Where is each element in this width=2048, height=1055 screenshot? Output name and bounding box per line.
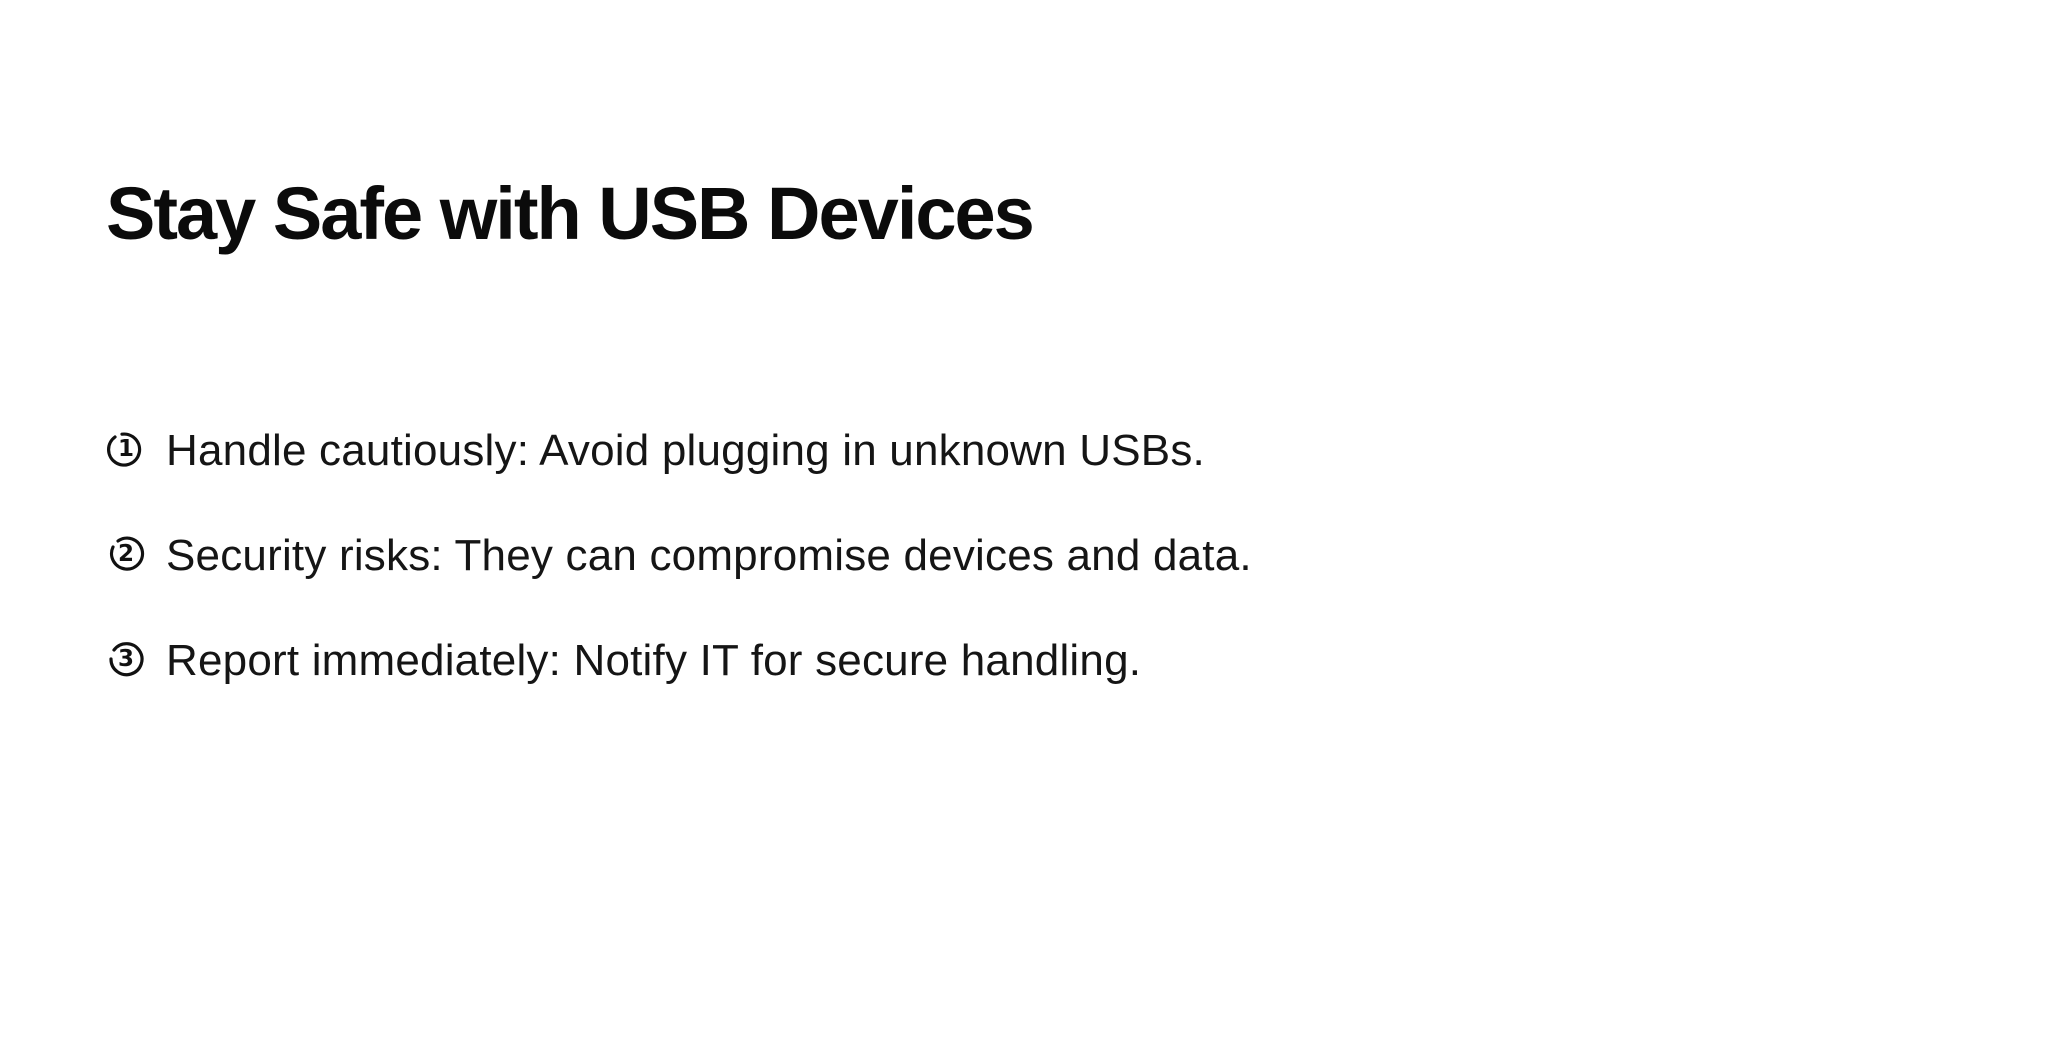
step-text: Handle cautiously: Avoid plugging in unk… — [166, 425, 1205, 475]
page-title: Stay Safe with USB Devices — [106, 172, 1035, 255]
step-number: 2 — [117, 540, 134, 567]
step-text: Security risks: They can compromise devi… — [166, 530, 1252, 580]
steps-list: 1 Handle cautiously: Avoid plugging in u… — [106, 398, 1252, 713]
circled-number-2-icon: 2 — [106, 534, 146, 574]
step-number: 3 — [117, 645, 134, 672]
list-item: 3 Report immediately: Notify IT for secu… — [106, 608, 1252, 713]
circled-number-1-icon: 1 — [106, 429, 146, 469]
step-number: 1 — [117, 435, 134, 462]
circled-number-3-icon: 3 — [106, 639, 146, 679]
list-item: 1 Handle cautiously: Avoid plugging in u… — [106, 398, 1252, 503]
step-text: Report immediately: Notify IT for secure… — [166, 635, 1142, 685]
slide: Stay Safe with USB Devices 1 Handle caut… — [0, 0, 2048, 1055]
list-item: 2 Security risks: They can compromise de… — [106, 503, 1252, 608]
